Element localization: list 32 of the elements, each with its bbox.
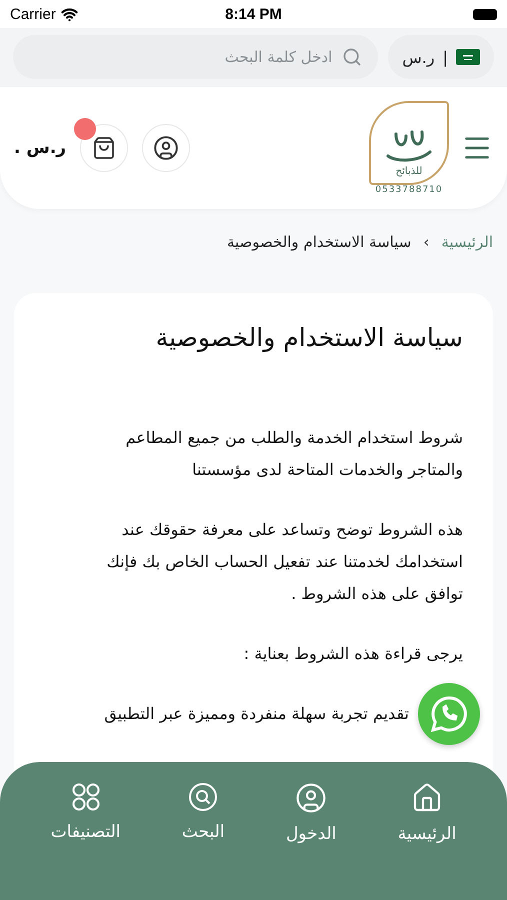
grid-icon: [70, 782, 101, 812]
policy-paragraph: هذه الشروط توضح وتساعد على معرفة حقوقك عند استخدامك لخدمتنا عند تفعيل الحساب الخاص بك فإنك توافق على هذه الشروط .: [106, 519, 463, 605]
nav-tab[interactable]: الدخول: [286, 782, 336, 844]
whatsapp-icon: [430, 695, 468, 733]
carrier-label: Carrier: [10, 6, 56, 22]
nav-tab[interactable]: البحث: [182, 782, 225, 842]
logo-phone: 0533788710: [375, 185, 443, 195]
flag-icon: [456, 49, 480, 65]
breadcrumb-link[interactable]: الرئيسية: [441, 233, 493, 251]
policy-paragraph: شروط استخدام الخدمة والطلب من جميع المطاعم والمتاجر والخدمات المتاحة لدى مؤسستنا: [124, 427, 463, 481]
search-icon: [188, 782, 218, 812]
page-title: سياسة الاستخدام والخصوصية: [154, 323, 463, 352]
account-button[interactable]: [142, 124, 190, 172]
breadcrumb-separator: ›: [423, 233, 430, 251]
bag-icon: [92, 136, 116, 160]
nav-tab[interactable]: الرئيسية: [398, 782, 456, 844]
breadcrumb-current: سياسة الاستخدام والخصوصية: [226, 233, 412, 251]
logo-caption: للذبائح: [396, 166, 422, 177]
currency-selector[interactable]: | ر.س: [388, 35, 494, 79]
currency-label: ر.س: [402, 48, 435, 66]
cart-button[interactable]: [80, 124, 128, 172]
wifi-icon: [60, 6, 78, 22]
user-icon: [295, 782, 328, 814]
battery-icon: [473, 8, 498, 20]
user-icon: [153, 135, 180, 161]
policy-paragraph: تقديم تجربة سهلة منفردة ومميزة عبر التطبيق: [103, 703, 409, 725]
cart-total: ر.س .: [14, 138, 66, 158]
nav-tab[interactable]: التصنيفات: [50, 782, 121, 842]
divider-mark: |: [442, 48, 448, 66]
search-field[interactable]: ادخل كلمة البحث: [13, 35, 378, 79]
status-time: 8:14 PM: [225, 6, 282, 22]
policy-paragraph: يرجى قراءة هذه الشروط بعناية :: [242, 643, 463, 665]
